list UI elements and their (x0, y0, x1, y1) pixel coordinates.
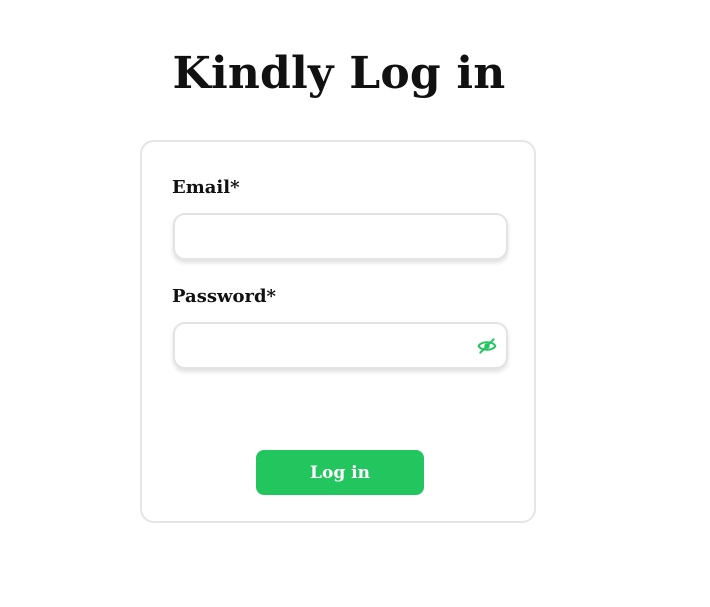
password-label: Password* (172, 286, 276, 307)
login-button[interactable]: Log in (256, 450, 424, 495)
email-field-wrapper (173, 213, 508, 260)
password-field-wrapper (173, 322, 508, 369)
login-card: Email* Password* Log in (140, 140, 536, 523)
password-input[interactable] (175, 324, 506, 367)
page-title: Kindly Log in (172, 48, 506, 99)
email-label: Email* (172, 177, 240, 198)
eye-slash-icon[interactable] (477, 336, 497, 356)
email-input[interactable] (175, 215, 506, 258)
